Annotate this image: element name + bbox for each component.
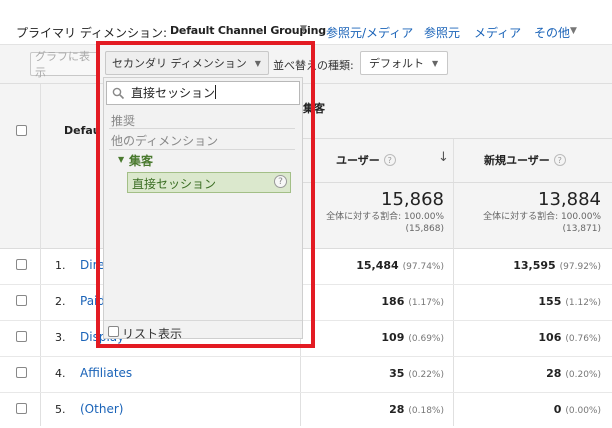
row-index: 4. [55, 367, 66, 380]
primary-dimension-label: プライマリ ディメンション: [16, 26, 168, 40]
link-source[interactable]: 参照元 [424, 24, 460, 41]
new-users-total: 13,884 [538, 189, 601, 210]
row-new-users: 106 (0.76%) [538, 331, 601, 344]
new-users-column-header[interactable]: 新規ユーザー ? [484, 152, 566, 168]
help-icon[interactable]: ? [383, 154, 396, 166]
row-users: 28 (0.18%) [389, 403, 444, 416]
plot-rows-button[interactable]: グラフに表示 [30, 50, 100, 79]
dimension-column-header[interactable]: Default Channel Grouping [64, 124, 100, 137]
select-all-checkbox[interactable] [16, 125, 27, 136]
row-new-users: 0 (0.00%) [553, 403, 601, 416]
row-index: 3. [55, 331, 66, 344]
link-source-medium[interactable]: 参照元/メディア [326, 24, 413, 41]
highlight-frame [96, 41, 315, 348]
row-checkbox[interactable] [16, 331, 27, 342]
row-checkbox[interactable] [16, 259, 27, 270]
row-index: 1. [55, 259, 66, 272]
header-divider [300, 182, 612, 183]
row-index: 2. [55, 295, 66, 308]
new-users-total-base: (13,871) [562, 224, 601, 234]
primary-dimension-caret-icon[interactable]: ▼ [300, 24, 307, 34]
users-total-note: 全体に対する割合: 100.00% [326, 212, 444, 222]
sort-type-value: デフォルト [369, 57, 424, 70]
row-users: 35 (0.22%) [389, 367, 444, 380]
row-new-users: 28 (0.20%) [546, 367, 601, 380]
help-icon[interactable]: ? [553, 154, 566, 166]
table-row: 4. Affiliates 35 (0.22%) 28 (0.20%) [0, 356, 612, 393]
link-other[interactable]: その他 [534, 24, 570, 41]
row-new-users: 155 (1.12%) [538, 295, 601, 308]
row-users: 15,484 (97.74%) [356, 259, 444, 272]
table-row: 5. (Other) 28 (0.18%) 0 (0.00%) [0, 392, 612, 428]
users-total-base: (15,868) [405, 224, 444, 234]
new-users-total-note: 全体に対する割合: 100.00% [483, 212, 601, 222]
sort-desc-arrow-icon[interactable]: ↓ [438, 150, 449, 165]
header-divider [300, 138, 612, 139]
new-users-header-label: 新規ユーザー [484, 154, 550, 167]
users-column-header[interactable]: ユーザー ? [336, 152, 396, 168]
chevron-down-icon: ▼ [432, 58, 439, 68]
row-dimension-link[interactable]: (Other) [80, 402, 123, 416]
row-users: 186 (1.17%) [381, 295, 444, 308]
row-index: 5. [55, 403, 66, 416]
row-checkbox[interactable] [16, 367, 27, 378]
plot-rows-label: グラフに表示 [35, 50, 90, 79]
users-header-label: ユーザー [336, 154, 380, 167]
row-checkbox[interactable] [16, 295, 27, 306]
row-users: 109 (0.69%) [381, 331, 444, 344]
sort-type-select[interactable]: デフォルト ▼ [360, 51, 448, 75]
row-checkbox[interactable] [16, 403, 27, 414]
row-dimension-link[interactable]: Affiliates [80, 366, 132, 380]
link-medium[interactable]: メディア [474, 24, 521, 41]
users-total: 15,868 [381, 189, 444, 210]
other-chevron-down-icon[interactable]: ▼ [570, 26, 577, 36]
row-new-users: 13,595 (97.92%) [513, 259, 601, 272]
